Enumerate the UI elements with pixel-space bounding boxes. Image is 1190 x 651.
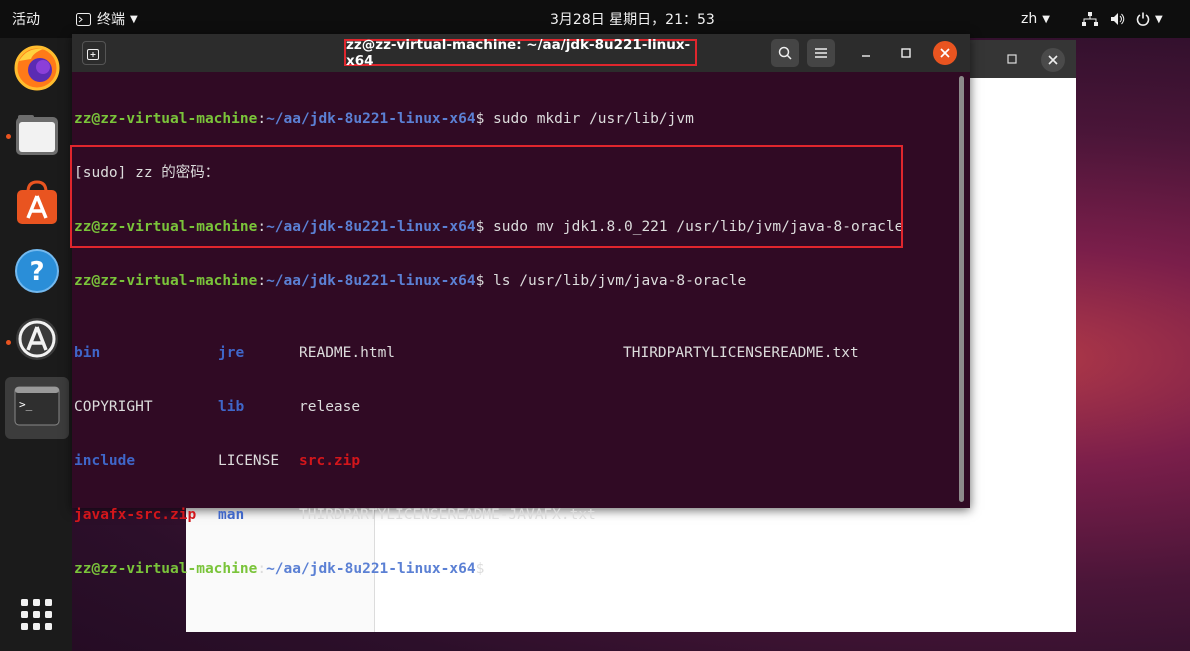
svg-text:>_: >_ — [19, 398, 33, 411]
dock-software[interactable] — [5, 174, 69, 236]
dock-terminal[interactable]: >_ — [5, 377, 69, 439]
ls-output-row: COPYRIGHT lib release — [74, 398, 956, 416]
command-text: ls /usr/lib/jvm/java-8-oracle — [493, 273, 747, 289]
menu-button[interactable] — [807, 39, 835, 67]
file-entry: THIRDPARTYLICENSEREADME.txt — [623, 345, 859, 361]
maximize-icon — [901, 48, 911, 58]
window-title: zz@zz-virtual-machine: ~/aa/jdk-8u221-li… — [344, 37, 697, 69]
ls-output-row: javafx-src.zip man THIRDPARTYLICENSEREAD… — [74, 506, 956, 524]
archive-entry: src.zip — [299, 453, 361, 469]
ls-output-row: include LICENSE src.zip — [74, 452, 956, 470]
bg-maximize-button[interactable] — [1001, 48, 1023, 70]
app-grid-icon — [20, 598, 54, 636]
dir-entry: jre — [218, 345, 245, 361]
file-entry: release — [299, 399, 361, 415]
terminal-line: zz@zz-virtual-machine:~/aa/jdk-8u221-lin… — [74, 111, 694, 127]
activities-button[interactable]: 活动 — [12, 0, 40, 38]
help-icon: ? — [14, 248, 60, 298]
terminal-small-icon — [76, 12, 91, 26]
close-button[interactable] — [933, 41, 957, 65]
system-menu[interactable]: ▼ — [1082, 0, 1163, 38]
input-method-menu[interactable]: zh ▼ — [1021, 0, 1050, 38]
firefox-icon — [13, 43, 61, 95]
command-text: sudo mkdir /usr/lib/jvm — [493, 111, 694, 127]
prompt-path: ~/aa/jdk-8u221-linux-x64 — [266, 111, 476, 127]
dir-entry: lib — [218, 399, 245, 415]
close-icon — [940, 48, 950, 58]
new-tab-button[interactable] — [82, 41, 106, 65]
search-button[interactable] — [771, 39, 799, 67]
archive-entry: javafx-src.zip — [74, 507, 197, 523]
search-icon — [778, 46, 792, 60]
software-icon — [14, 180, 60, 230]
files-icon — [14, 113, 60, 161]
terminal-line: zz@zz-virtual-machine:~/aa/jdk-8u221-lin… — [74, 273, 747, 289]
top-bar: 活动 终端 ▼ 3月28日 星期日，21：53 zh ▼ ▼ — [0, 0, 1190, 38]
prompt-path: ~/aa/jdk-8u221-linux-x64 — [266, 273, 476, 289]
dir-entry: man — [218, 507, 245, 523]
file-entry: COPYRIGHT — [74, 399, 153, 415]
network-icon — [1082, 12, 1098, 26]
file-entry: THIRDPARTYLICENSEREADME-JAVAFX.txt — [299, 507, 596, 523]
clock[interactable]: 3月28日 星期日，21：53 — [550, 0, 715, 38]
dock-help[interactable]: ? — [5, 242, 69, 304]
chevron-down-icon: ▼ — [1155, 13, 1163, 25]
minimize-button[interactable] — [855, 42, 877, 64]
terminal-window[interactable]: zz@zz-virtual-machine: ~/aa/jdk-8u221-li… — [72, 34, 970, 577]
minimize-icon — [861, 48, 871, 58]
activities-label: 活动 — [12, 12, 40, 28]
prompt-user: zz@zz-virtual-machine — [74, 111, 258, 127]
chevron-down-icon: ▼ — [1042, 13, 1050, 25]
updater-icon — [14, 316, 60, 366]
volume-icon — [1110, 12, 1126, 26]
app-menu[interactable]: 终端 ▼ — [76, 0, 138, 38]
svg-text:?: ? — [29, 257, 44, 287]
dir-entry: include — [74, 453, 136, 469]
terminal-header[interactable]: zz@zz-virtual-machine: ~/aa/jdk-8u221-li… — [72, 34, 970, 72]
prompt-user: zz@zz-virtual-machine — [74, 273, 258, 289]
app-menu-label: 终端 — [97, 12, 125, 28]
prompt-path: ~/aa/jdk-8u221-linux-x64 — [266, 561, 476, 577]
maximize-button[interactable] — [895, 42, 917, 64]
dock-files[interactable] — [5, 106, 69, 168]
new-tab-icon — [87, 47, 101, 60]
file-entry: README.html — [299, 345, 396, 361]
file-entry: LICENSE — [218, 453, 280, 469]
input-method-label: zh — [1021, 11, 1038, 27]
power-icon — [1136, 12, 1150, 26]
terminal-icon: >_ — [14, 386, 60, 430]
ls-output-row: bin jre README.html THIRDPARTYLICENSEREA… — [74, 344, 956, 362]
clock-label: 3月28日 星期日，21：53 — [550, 12, 715, 28]
chevron-down-icon: ▼ — [130, 13, 138, 25]
terminal-line: zz@zz-virtual-machine:~/aa/jdk-8u221-lin… — [74, 561, 485, 577]
dock: ? >_ — [0, 38, 72, 651]
dock-show-apps[interactable] — [5, 586, 69, 648]
bg-close-button[interactable] — [1041, 48, 1065, 72]
dock-firefox[interactable] — [5, 38, 69, 100]
dir-entry: bin — [74, 345, 101, 361]
scrollbar[interactable] — [959, 76, 964, 502]
highlight-box — [70, 145, 903, 248]
dock-updater[interactable] — [5, 310, 69, 372]
hamburger-menu-icon — [815, 48, 827, 58]
